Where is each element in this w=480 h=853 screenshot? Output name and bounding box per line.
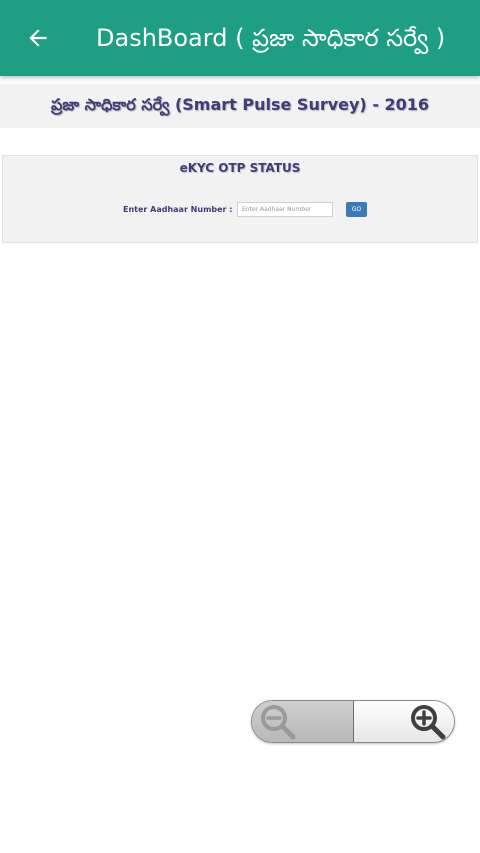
survey-banner-text: ప్రజా సాధికార సర్వే (Smart Pulse Survey)… (50, 94, 430, 114)
app-bar: DashBoard ( ప్రజా సాధికార సర్వే ) (0, 0, 480, 76)
go-button[interactable]: GO (346, 202, 367, 217)
zoom-out-icon (261, 704, 296, 739)
survey-banner: ప్రజా సాధికార సర్వే (Smart Pulse Survey)… (0, 84, 480, 128)
zoom-in-icon (411, 704, 446, 739)
aadhaar-label: Enter Aadhaar Number : (123, 205, 233, 214)
aadhaar-input[interactable] (237, 202, 333, 217)
zoom-out-button[interactable] (252, 701, 354, 742)
zoom-in-button[interactable] (354, 701, 454, 742)
zoom-control (251, 700, 455, 743)
back-button[interactable] (22, 22, 54, 54)
page-title: DashBoard ( ప్రజా సాధికార సర్వే ) (96, 24, 446, 52)
arrow-left-icon (29, 29, 47, 47)
ekyc-panel: eKYC OTP STATUS Enter Aadhaar Number : G… (2, 155, 478, 243)
ekyc-panel-title: eKYC OTP STATUS (179, 161, 301, 175)
